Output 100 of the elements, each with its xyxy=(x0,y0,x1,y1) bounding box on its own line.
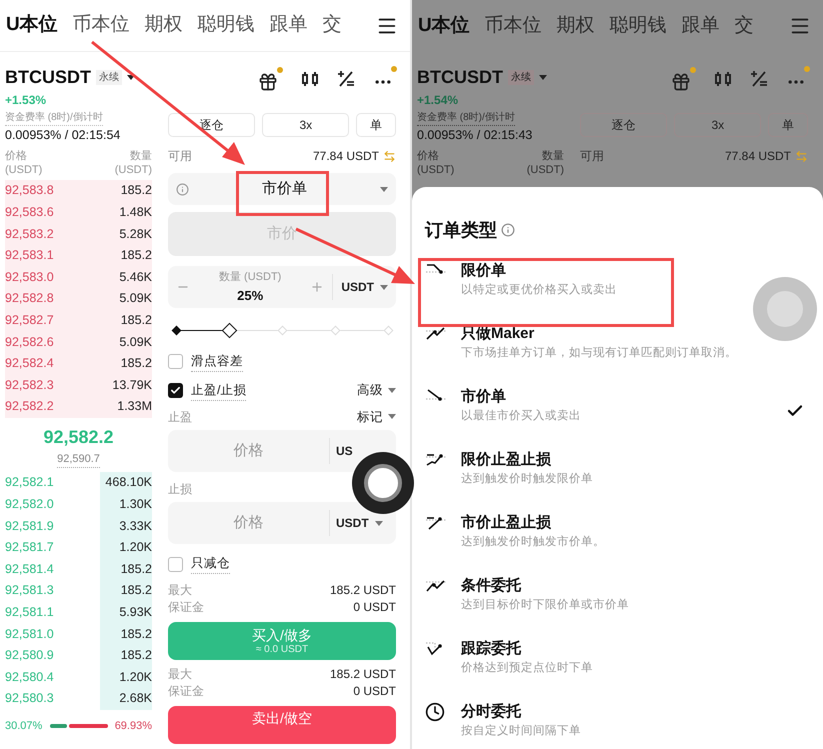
slippage-label[interactable]: 滑点容差 xyxy=(191,352,243,372)
bid-quantity: 1.20K xyxy=(100,666,152,688)
order-type-option[interactable]: 限价止盈止损 达到触发价时触发限价单 xyxy=(412,442,823,505)
margin-label: 保证金 xyxy=(168,683,204,700)
ask-price[interactable]: 92,583.0 xyxy=(5,268,54,287)
order-type-description: 达到目标价时下限价单或市价单 xyxy=(461,597,630,613)
stop-loss-label: 止损 xyxy=(168,481,193,498)
available-balance: 77.84 USDT xyxy=(312,148,379,165)
gift-icon[interactable] xyxy=(671,66,696,92)
sell-ratio: 69.93% xyxy=(114,718,152,734)
mark-price: 92,590.7 xyxy=(57,450,100,468)
gift-icon[interactable] xyxy=(258,66,283,92)
ask-price[interactable]: 92,583.2 xyxy=(5,224,54,244)
ask-price[interactable]: 92,582.4 xyxy=(5,354,54,373)
slider-step-marker[interactable] xyxy=(171,326,181,336)
order-type-option[interactable]: 条件委托 达到目标价时下限价单或市价单 xyxy=(412,568,823,631)
leverage-button[interactable]: 3x xyxy=(674,113,762,137)
order-type-description: 以最佳市价买入或卖出 xyxy=(461,408,582,424)
market-tab[interactable]: 聪明钱 xyxy=(610,12,667,40)
bid-quantity: 185.2 xyxy=(100,558,152,580)
buy-ratio: 30.07% xyxy=(5,718,42,734)
market-tab[interactable]: 聪明钱 xyxy=(198,11,255,40)
price-input[interactable]: 价格 US xyxy=(168,430,396,472)
checkmark-icon xyxy=(170,385,181,396)
tpsl-label[interactable]: 止盈/止损 xyxy=(191,380,246,400)
ask-price[interactable]: 92,582.6 xyxy=(5,332,54,352)
reduce-only-label[interactable]: 只减仓 xyxy=(191,554,230,574)
max-value: 185.2 USDT xyxy=(330,582,396,599)
info-icon[interactable] xyxy=(501,223,515,237)
order-type-title: 限价止盈止损 xyxy=(461,450,552,470)
tpsl-mode-selector[interactable]: 高级 xyxy=(357,381,383,400)
price-header: 价格 xyxy=(5,149,28,163)
ask-quantity: 185.2 xyxy=(120,182,152,200)
slider-step-marker[interactable] xyxy=(277,326,287,336)
market-tab[interactable]: 跟单 xyxy=(682,12,720,40)
funding-rate-label: 资金费率 (8时)/倒计时 xyxy=(417,110,515,126)
unit-selector[interactable]: USDT xyxy=(341,278,374,296)
order-type-option[interactable]: 市价止盈止损 达到触发价时触发市价单。 xyxy=(412,505,823,568)
market-tab[interactable]: 币本位 xyxy=(484,12,542,40)
price-change: +1.54% xyxy=(417,92,460,109)
market-tab[interactable]: 币本位 xyxy=(72,11,130,40)
candlestick-icon[interactable] xyxy=(301,70,319,88)
bid-quantity: 468.10K xyxy=(100,472,152,494)
clock-icon xyxy=(425,702,445,722)
checkbox[interactable] xyxy=(168,354,183,370)
price-input[interactable]: 价格 USDT xyxy=(168,502,396,544)
margin-mode-button[interactable]: 逐仓 xyxy=(580,113,668,137)
ask-quantity: 185.2 xyxy=(120,312,152,329)
max-label: 最大 xyxy=(168,666,192,683)
trigger-type-selector[interactable]: 标记 xyxy=(357,408,383,426)
market-tab[interactable]: 期权 xyxy=(556,12,595,40)
quantity-value[interactable]: 25% xyxy=(237,286,264,305)
order-type-option[interactable]: 限价单 以特定或更优价格买入或卖出 xyxy=(412,253,823,316)
ask-quantity: 13.79K xyxy=(112,376,152,394)
margin-mode-button[interactable]: 逐仓 xyxy=(168,113,256,137)
order-type-option[interactable]: 市价单 以最佳市价买入或卖出 xyxy=(412,379,823,442)
ask-price[interactable]: 92,583.6 xyxy=(5,203,54,222)
checkbox[interactable] xyxy=(168,556,183,572)
order-type-dropdown[interactable]: 市价单 xyxy=(168,173,396,205)
leverage-button[interactable]: 3x xyxy=(262,113,350,137)
available-balance: 77.84 USDT xyxy=(724,148,791,165)
order-type-option[interactable]: 分时委托 按自定义时间间隔下单 xyxy=(412,694,823,749)
funding-rate-value: 0.00953% / 02:15:43 xyxy=(417,126,534,144)
order-type-option[interactable]: 跟踪委托 价格达到预定点位时下单 xyxy=(412,631,823,694)
order-type-title: 限价单 xyxy=(461,261,507,281)
plus-minus-icon[interactable] xyxy=(337,70,355,88)
market-tab[interactable]: 跟单 xyxy=(270,11,308,40)
ask-quantity: 1.48K xyxy=(119,204,152,222)
ask-price[interactable]: 92,582.7 xyxy=(5,310,54,330)
ask-price[interactable]: 92,582.8 xyxy=(5,289,54,308)
unit-selector[interactable]: US xyxy=(336,442,353,460)
price-unit: (USDT) xyxy=(417,163,454,177)
ask-price[interactable]: 92,582.3 xyxy=(5,376,54,395)
order-type-title: 市价单 xyxy=(461,387,507,407)
sell-short-button[interactable]: 卖出/做空 xyxy=(168,706,396,744)
position-mode-button[interactable]: 单 xyxy=(768,113,808,137)
bid-quantity: 1.30K xyxy=(100,494,152,516)
bid-quantity: 185.2 xyxy=(100,623,152,645)
ask-price[interactable]: 92,583.8 xyxy=(5,181,54,200)
order-type-description: 达到触发价时触发市价单。 xyxy=(461,534,606,550)
ask-quantity: 185.2 xyxy=(120,355,152,372)
ask-price[interactable]: 92,583.1 xyxy=(5,246,54,265)
symbol-name[interactable]: BTCUSDT xyxy=(417,64,503,91)
market-tab[interactable]: U本位 xyxy=(418,12,470,40)
ask-quantity: 5.46K xyxy=(119,268,152,286)
info-icon[interactable] xyxy=(176,182,189,196)
price-unit: (USDT) xyxy=(5,163,42,177)
position-mode-button[interactable]: 单 xyxy=(356,113,396,137)
market-tab[interactable]: U本位 xyxy=(6,11,58,40)
unit-selector[interactable]: USDT xyxy=(336,514,369,532)
symbol-name[interactable]: BTCUSDT xyxy=(5,64,91,91)
slider-step-marker[interactable] xyxy=(383,326,393,336)
ask-price[interactable]: 92,582.2 xyxy=(5,397,54,416)
market-tab[interactable]: 交 xyxy=(734,12,754,40)
market-tab[interactable]: 期权 xyxy=(144,11,183,40)
slider-step-marker[interactable] xyxy=(330,326,340,336)
max-value: 185.2 USDT xyxy=(330,666,396,683)
caret-icon xyxy=(388,414,396,420)
checkbox[interactable] xyxy=(168,383,183,398)
market-tab[interactable]: 交 xyxy=(322,11,342,40)
